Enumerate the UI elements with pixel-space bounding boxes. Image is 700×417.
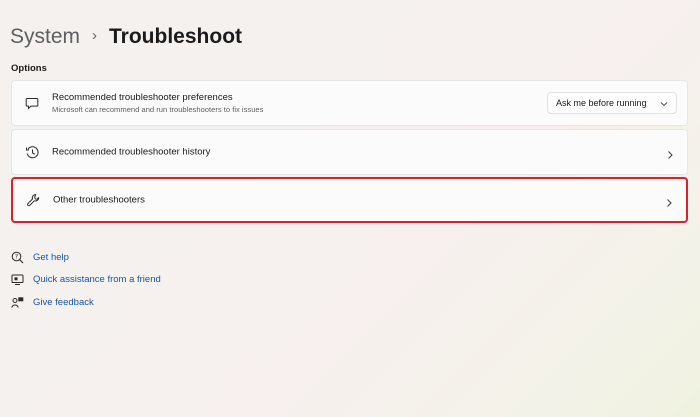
dropdown-value: Ask me before running [556, 98, 647, 108]
breadcrumb-system[interactable]: System [10, 24, 80, 50]
chevron-right-icon [665, 147, 675, 159]
link-label[interactable]: Quick assistance from a friend [33, 274, 161, 285]
card-title: Other troubleshooters [53, 194, 145, 206]
page-title: Troubleshoot [109, 25, 243, 48]
link-label[interactable]: Give feedback [33, 297, 94, 308]
link-get-help[interactable]: ? Get help [10, 246, 161, 268]
chat-bubble-icon [24, 95, 40, 111]
chevron-down-icon [660, 100, 668, 108]
card-title: Recommended troubleshooter history [52, 146, 211, 158]
help-links: ? Get help Quick assistance from a frien… [10, 246, 161, 314]
link-quick-assistance[interactable]: Quick assistance from a friend [10, 269, 161, 291]
card-subtitle: Microsoft can recommend and run troubles… [52, 105, 264, 114]
svg-text:?: ? [14, 253, 17, 260]
link-give-feedback[interactable]: Give feedback [10, 291, 161, 313]
card-other-troubleshooters[interactable]: Other troubleshooters [11, 177, 688, 223]
chevron-right-icon [664, 195, 674, 207]
quick-assist-icon [10, 273, 24, 287]
breadcrumb-separator: › [92, 27, 98, 44]
history-icon [24, 144, 40, 160]
feedback-icon [10, 295, 24, 309]
card-text: Recommended troubleshooter preferences M… [52, 91, 263, 115]
preferences-dropdown[interactable]: Ask me before running [547, 92, 677, 114]
breadcrumb: System › Troubleshoot [10, 24, 242, 50]
card-text: Other troubleshooters [53, 194, 145, 207]
card-troubleshooter-history[interactable]: Recommended troubleshooter history [11, 129, 688, 175]
help-icon: ? [10, 250, 24, 264]
card-title: Recommended troubleshooter preferences [52, 92, 233, 103]
section-title-options: Options [11, 63, 47, 74]
card-troubleshooter-preferences: Recommended troubleshooter preferences M… [11, 80, 688, 126]
wrench-icon [25, 192, 41, 208]
link-label[interactable]: Get help [33, 252, 69, 263]
card-text: Recommended troubleshooter history [52, 146, 210, 159]
